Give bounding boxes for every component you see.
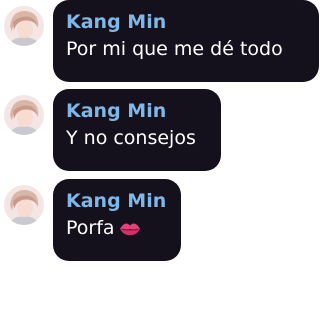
avatar-image <box>4 185 44 225</box>
message-text: Y no consejos <box>66 127 196 149</box>
avatar-image <box>4 95 44 135</box>
message-bubble[interactable]: Kang Min Por mi que me dé todo <box>53 0 319 82</box>
sender-name[interactable]: Kang Min <box>66 99 209 123</box>
avatar[interactable] <box>4 6 44 46</box>
message-bubble[interactable]: Kang Min Porfa <box>53 179 181 261</box>
chat-thread: Kang Min Por mi que me dé todo Kang Min … <box>0 0 320 314</box>
avatar[interactable] <box>4 95 44 135</box>
message-text: Por mi que me dé todo <box>66 38 283 60</box>
sender-name[interactable]: Kang Min <box>66 10 307 34</box>
message-bubble[interactable]: Kang Min Y no consejos <box>53 89 221 171</box>
kiss-lips-icon <box>119 216 141 246</box>
avatar-image <box>4 6 44 46</box>
sender-name[interactable]: Kang Min <box>66 189 169 213</box>
avatar[interactable] <box>4 185 44 225</box>
message-text: Porfa <box>66 217 115 239</box>
message-text-row: Porfa <box>66 213 169 246</box>
